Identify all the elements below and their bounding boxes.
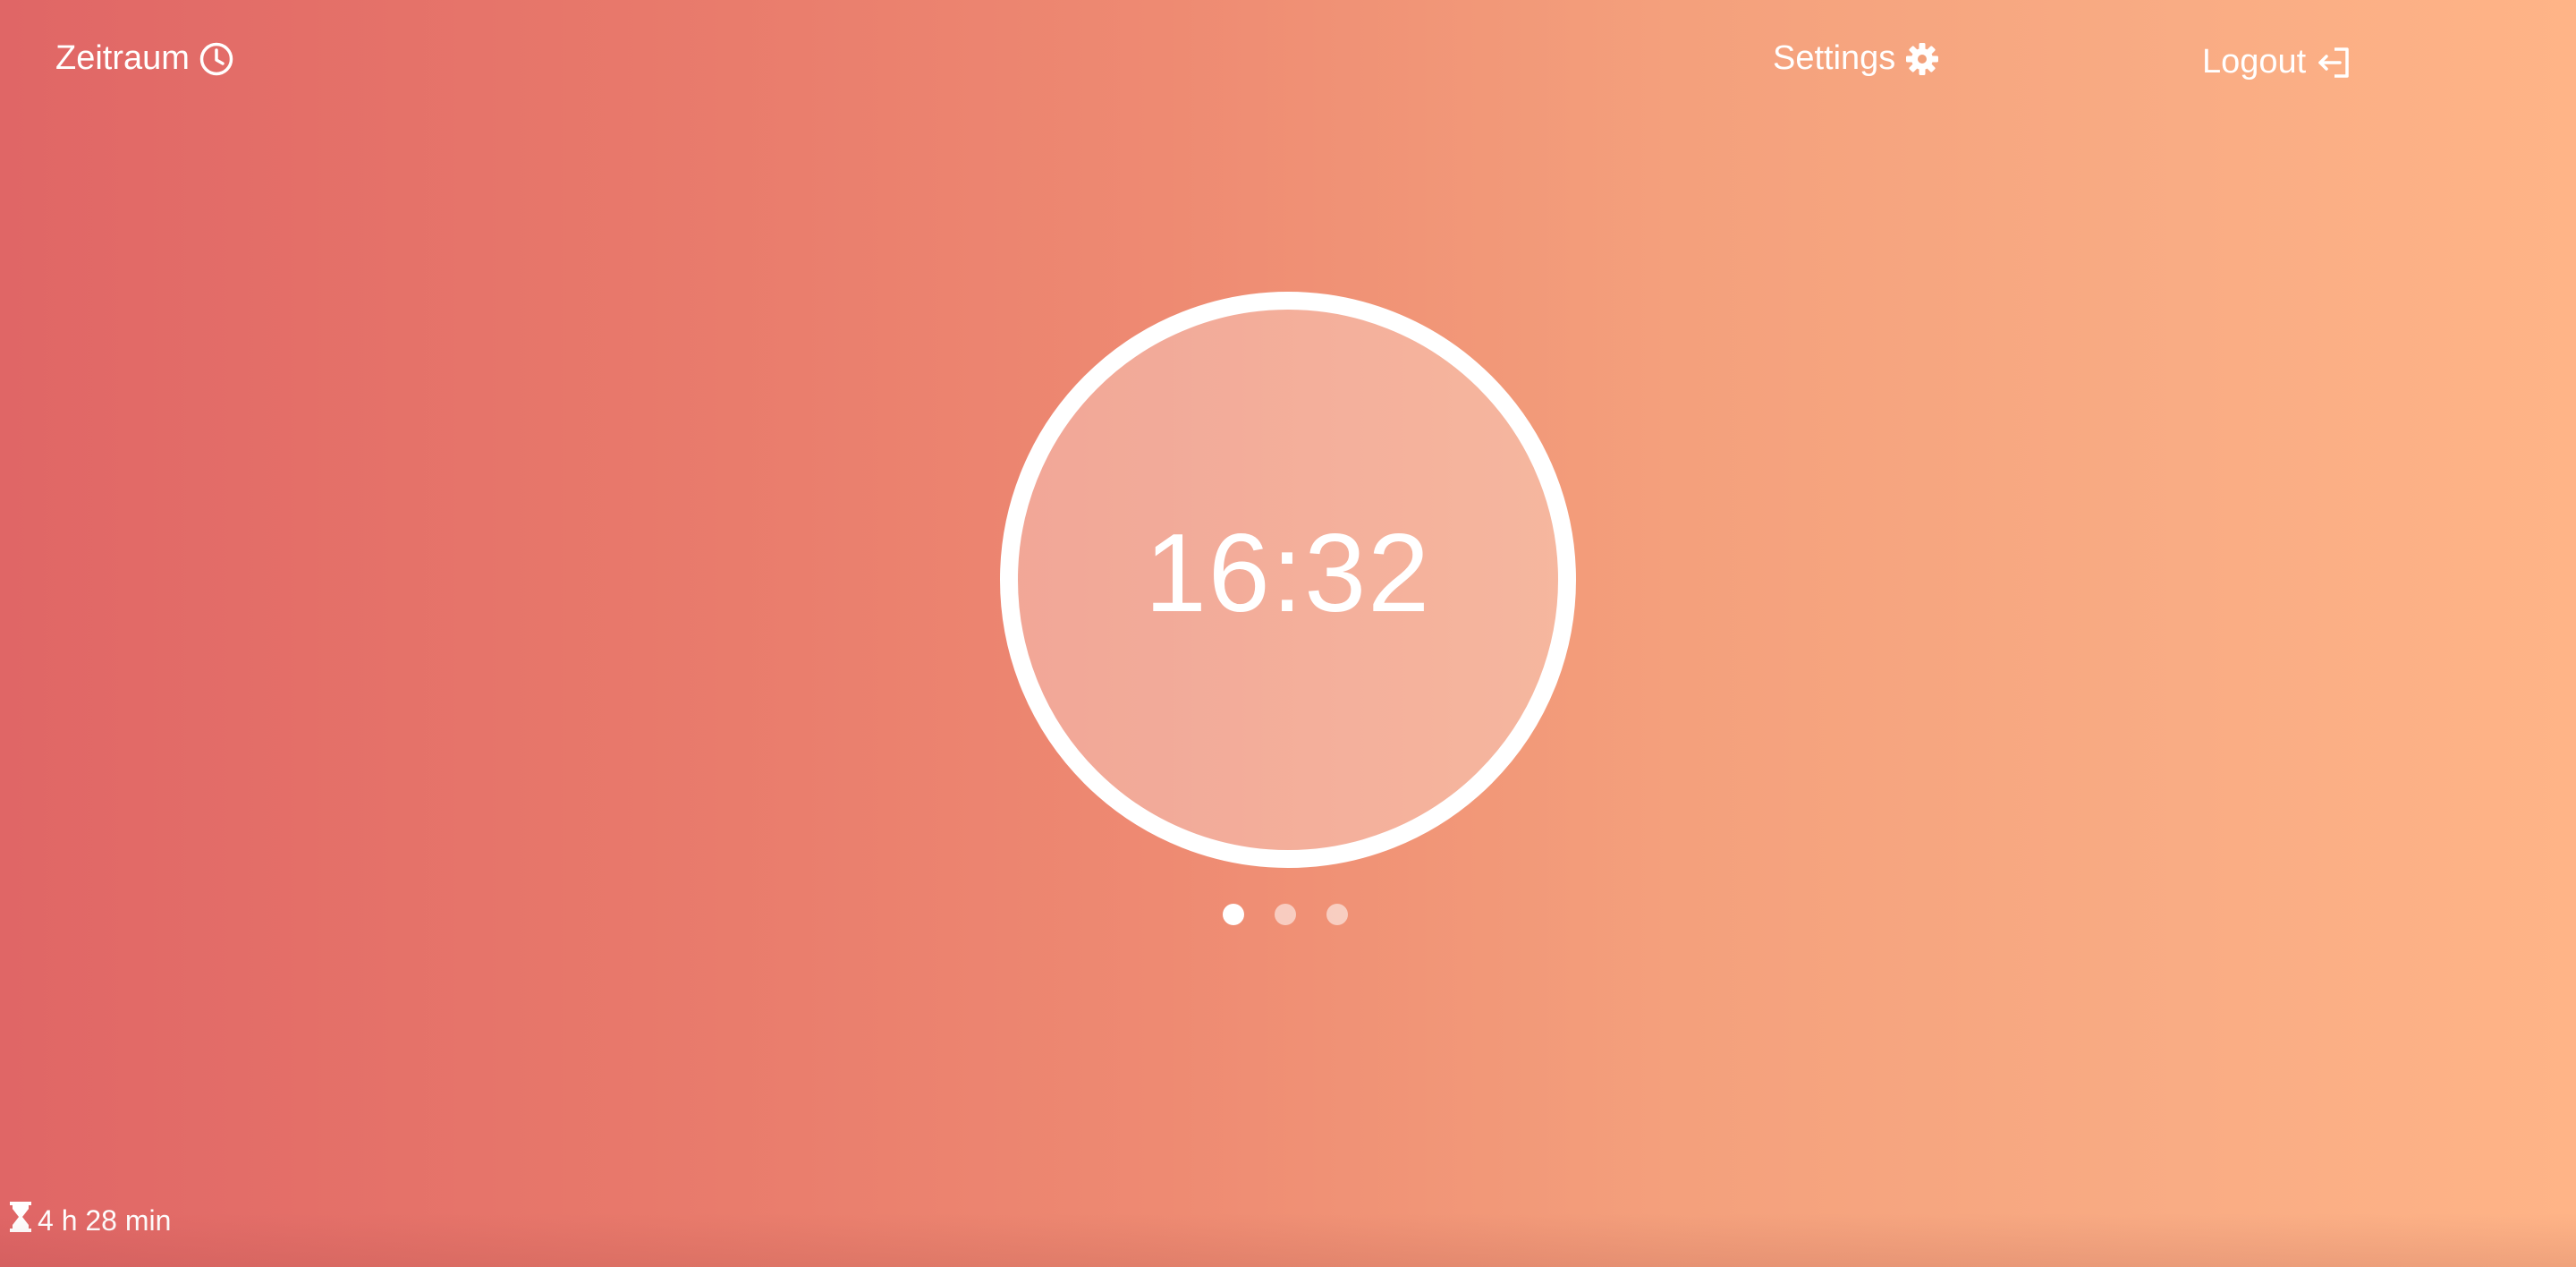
page-dot-1[interactable] (1223, 904, 1244, 925)
logout-icon (2315, 45, 2352, 81)
remaining-text: 4 h 28 min (38, 1203, 172, 1237)
brand-label: Zeitraum (55, 39, 190, 77)
settings-link[interactable]: Settings (1773, 39, 1940, 78)
hourglass-icon (9, 1201, 32, 1240)
page-dot-3[interactable] (1326, 904, 1348, 925)
clock-icon (199, 41, 234, 77)
page-indicator (1223, 904, 1348, 925)
logout-link[interactable]: Logout (2202, 43, 2352, 81)
settings-label: Settings (1773, 39, 1896, 77)
remaining-time: 4 h 28 min (9, 1201, 171, 1240)
brand-link[interactable]: Zeitraum (55, 39, 234, 78)
timer-circle[interactable]: 16:32 (1000, 292, 1576, 868)
timer-time: 16:32 (1144, 512, 1432, 635)
logout-label: Logout (2202, 43, 2307, 81)
page-dot-2[interactable] (1275, 904, 1296, 925)
gear-icon (1904, 41, 1940, 77)
app-page: Zeitraum Settings Logout 16:32 4 h 28 mi… (0, 0, 2576, 1267)
